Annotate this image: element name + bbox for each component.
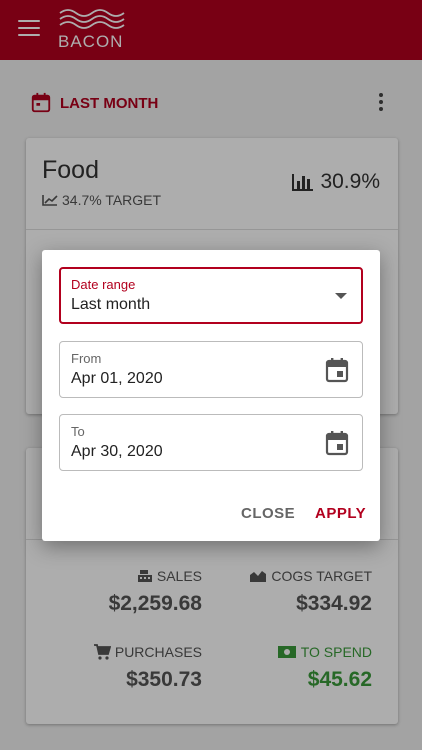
to-value: Apr 30, 2020 <box>71 443 163 460</box>
apply-button[interactable]: APPLY <box>315 505 366 522</box>
calendar-icon[interactable] <box>325 430 349 456</box>
dropdown-arrow-icon <box>335 293 347 299</box>
date-range-value: Last month <box>71 296 151 313</box>
close-button[interactable]: CLOSE <box>241 505 295 522</box>
to-date-field[interactable]: To Apr 30, 2020 <box>59 414 363 471</box>
to-label: To <box>71 424 85 439</box>
from-value: Apr 01, 2020 <box>71 370 163 387</box>
from-date-field[interactable]: From Apr 01, 2020 <box>59 341 363 398</box>
from-label: From <box>71 351 102 366</box>
date-range-label: Date range <box>71 277 136 292</box>
date-range-dialog: Date range Last month From Apr 01, 2020 … <box>42 250 380 541</box>
date-range-select[interactable]: Date range Last month <box>59 267 363 324</box>
calendar-icon[interactable] <box>325 357 349 383</box>
